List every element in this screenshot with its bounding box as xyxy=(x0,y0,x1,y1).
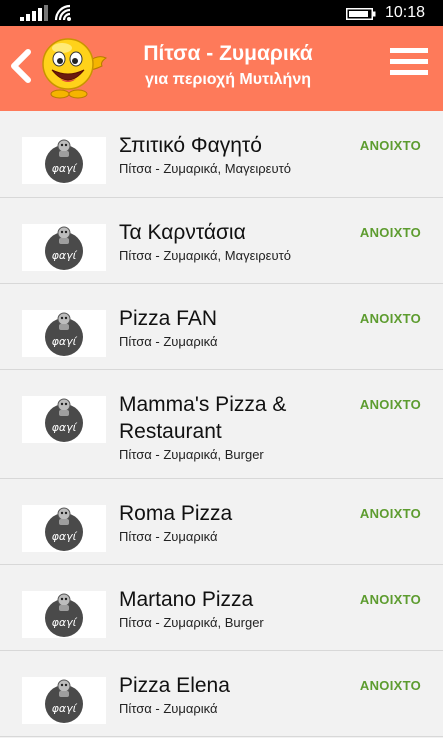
fagi-logo-icon: φαγί xyxy=(45,139,83,183)
status-bar: 10:18 xyxy=(0,0,443,26)
open-status-badge: ΑΝΟΙΧΤΟ xyxy=(359,592,421,607)
restaurant-list-item[interactable]: φαγί Σπιτικό Φαγητό Πίτσα - Ζυμαρικά, Μαγε… xyxy=(0,111,443,198)
restaurant-list: φαγί Σπιτικό Φαγητό Πίτσα - Ζυμαρικά, Μαγε… xyxy=(0,111,443,737)
restaurant-list-item[interactable]: φαγί Τα Καρντάσια Πίτσα - Ζυμαρικά, Μαγειρ… xyxy=(0,198,443,284)
page-title: Πίτσα - Ζυμαρικά xyxy=(143,42,313,65)
restaurant-list-item[interactable]: φαγί Mamma's Pizza & Restaurant Πίτσα - Ζυ… xyxy=(0,370,443,479)
fagi-logo-icon: φαγί xyxy=(45,507,83,551)
back-button[interactable] xyxy=(6,46,36,86)
svg-text:φαγί: φαγί xyxy=(52,249,78,262)
page-subtitle: για περιοχή Μυτιλήνη xyxy=(144,71,311,88)
battery-icon xyxy=(346,8,376,20)
open-status-badge: ΑΝΟΙΧΤΟ xyxy=(359,311,421,326)
fagi-logo-icon: φαγί xyxy=(45,312,83,356)
restaurant-categories: Πίτσα - Ζυμαρικά xyxy=(119,529,218,544)
svg-text:φαγί: φαγί xyxy=(52,421,78,434)
open-status-badge: ΑΝΟΙΧΤΟ xyxy=(359,678,421,693)
menu-bar xyxy=(390,48,428,53)
restaurant-logo-thumbnail: φαγί xyxy=(22,396,106,443)
wifi-icon xyxy=(54,4,71,21)
restaurant-logo-thumbnail: φαγί xyxy=(22,137,106,184)
svg-text:φαγί: φαγί xyxy=(52,335,78,348)
open-status-badge: ΑΝΟΙΧΤΟ xyxy=(359,397,421,412)
app-header: Πίτσα - Ζυμαρικά για περιοχή Μυτιλήνη xyxy=(0,26,443,111)
restaurant-categories: Πίτσα - Ζυμαρικά, Burger xyxy=(119,447,264,462)
restaurant-list-item[interactable]: φαγί Roma Pizza Πίτσα - Ζυμαρικά ΑΝΟΙΧΤΟ xyxy=(0,479,443,565)
restaurant-categories: Πίτσα - Ζυμαρικά xyxy=(119,701,218,716)
svg-text:φαγί: φαγί xyxy=(52,616,78,629)
restaurant-logo-thumbnail: φαγί xyxy=(22,310,106,357)
restaurant-name: Mamma's Pizza & Restaurant xyxy=(119,393,287,443)
restaurant-list-item[interactable]: φαγί Pizza FAN Πίτσα - Ζυμαρικά ΑΝΟΙΧΤΟ xyxy=(0,284,443,370)
menu-bar xyxy=(390,59,428,64)
fagi-logo-icon: φαγί xyxy=(45,398,83,442)
restaurant-logo-thumbnail: φαγί xyxy=(22,591,106,638)
restaurant-name: Roma Pizza xyxy=(119,502,233,525)
fagi-logo-icon: φαγί xyxy=(45,226,83,270)
fagi-logo-icon: φαγί xyxy=(45,593,83,637)
restaurant-name: Σπιτικό Φαγητό xyxy=(119,134,262,157)
restaurant-categories: Πίτσα - Ζυμαρικά, Μαγειρευτό xyxy=(119,248,291,263)
open-status-badge: ΑΝΟΙΧΤΟ xyxy=(359,225,421,240)
restaurant-name: Pizza FAN xyxy=(119,307,218,330)
menu-bar xyxy=(390,70,428,75)
svg-text:φαγί: φαγί xyxy=(52,530,78,543)
restaurant-name: Martano Pizza xyxy=(119,588,254,611)
signal-bars-icon xyxy=(20,5,48,21)
status-clock: 10:18 xyxy=(385,4,426,21)
svg-text:φαγί: φαγί xyxy=(52,702,78,715)
open-status-badge: ΑΝΟΙΧΤΟ xyxy=(359,506,421,521)
restaurant-categories: Πίτσα - Ζυμαρικά xyxy=(119,334,218,349)
restaurant-logo-thumbnail: φαγί xyxy=(22,224,106,271)
restaurant-logo-thumbnail: φαγί xyxy=(22,677,106,724)
restaurant-list-item[interactable]: φαγί Martano Pizza Πίτσα - Ζυμαρικά, Burge… xyxy=(0,565,443,651)
smiley-mascot-logo xyxy=(42,38,107,99)
restaurant-categories: Πίτσα - Ζυμαρικά, Burger xyxy=(119,615,264,630)
open-status-badge: ΑΝΟΙΧΤΟ xyxy=(359,138,421,153)
restaurant-name: Τα Καρντάσια xyxy=(119,221,246,244)
restaurant-logo-thumbnail: φαγί xyxy=(22,505,106,552)
restaurant-categories: Πίτσα - Ζυμαρικά, Μαγειρευτό xyxy=(119,161,291,176)
restaurant-name: Pizza Elena xyxy=(119,674,230,697)
svg-text:φαγί: φαγί xyxy=(52,162,78,175)
hamburger-menu-icon[interactable] xyxy=(390,48,428,78)
fagi-logo-icon: φαγί xyxy=(45,679,83,723)
restaurant-list-item[interactable]: φαγί Pizza Elena Πίτσα - Ζυμαρικά ΑΝΟΙΧΤΟ xyxy=(0,651,443,737)
